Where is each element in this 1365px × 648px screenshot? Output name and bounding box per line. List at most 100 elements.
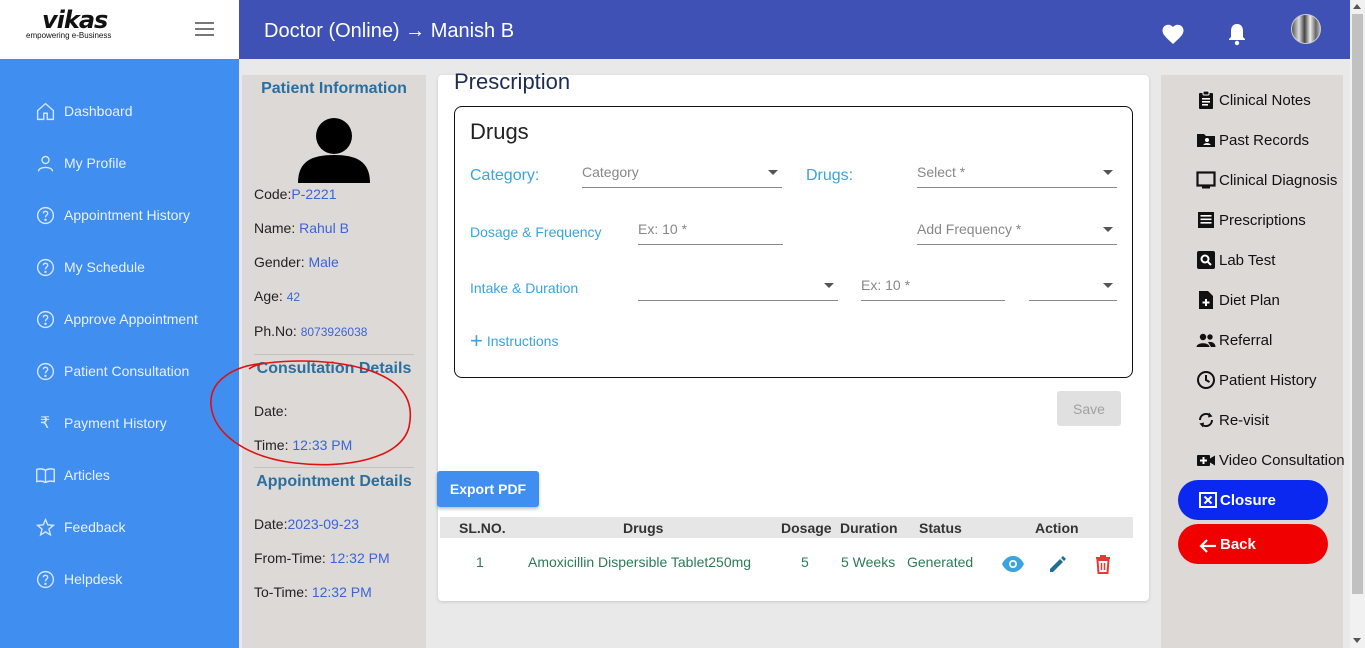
category-select[interactable]: Category [582, 164, 782, 188]
sidebar-item-label: Patient Consultation [64, 363, 190, 379]
sidebar-item-label: Articles [64, 467, 110, 483]
appointment-to-time: To-Time: 12:32 PM [254, 584, 372, 600]
menu-re-visit[interactable]: Re-visit [1196, 409, 1269, 431]
file-plus-icon [1196, 290, 1216, 310]
column-header: Status [919, 520, 962, 536]
appointment-details-heading: Appointment Details [256, 473, 412, 490]
appointment-date: Date:2023-09-23 [254, 516, 360, 532]
patient-information-heading: Patient Information [261, 80, 407, 97]
sidebar: vikas empowering e-Business Dashboard My… [0, 0, 239, 648]
drugs-form-title: Drugs [470, 119, 529, 144]
plus-icon: + [470, 328, 483, 353]
export-pdf-button[interactable]: Export PDF [437, 471, 539, 507]
hamburger-menu-icon[interactable] [195, 22, 214, 37]
heart-icon[interactable] [1161, 23, 1185, 50]
row-drug: Amoxicillin Dispersible Tablet250mg [528, 554, 752, 570]
patient-age: Age: 42 [254, 288, 301, 304]
patient-avatar-icon [298, 117, 370, 188]
home-icon [34, 100, 56, 122]
menu-diet-plan[interactable]: Diet Plan [1196, 289, 1280, 311]
sidebar-item-dashboard[interactable]: Dashboard [34, 100, 133, 122]
menu-past-records[interactable]: Past Records [1196, 129, 1309, 151]
clock-icon [1196, 370, 1216, 390]
row-duration: 5 Weeks [841, 554, 896, 570]
top-header: Doctor (Online) → Manish B [239, 0, 1350, 59]
sidebar-item-label: Payment History [64, 415, 167, 431]
menu-lab-test[interactable]: Lab Test [1196, 249, 1275, 271]
page-scrollbar[interactable] [1350, 0, 1365, 648]
patient-name: Name: Rahul B [254, 220, 349, 236]
sidebar-item-appointment-history[interactable]: Appointment History [34, 204, 190, 226]
column-header: SL.NO. [459, 520, 506, 536]
folder-person-icon [1196, 130, 1216, 150]
logo-area: vikas empowering e-Business [0, 0, 239, 59]
patient-code: Code:P-2221 [254, 186, 337, 202]
sidebar-item-label: Approve Appointment [64, 311, 198, 327]
sidebar-item-patient-consultation[interactable]: Patient Consultation [34, 360, 189, 382]
people-icon [1196, 330, 1216, 350]
add-instructions-button[interactable]: + Instructions [470, 328, 558, 353]
avatar[interactable] [1291, 14, 1321, 44]
help-circle-icon [34, 568, 56, 590]
save-button[interactable]: Save [1057, 391, 1121, 426]
intake-duration-label: Intake & Duration [470, 280, 579, 296]
close-box-icon [1198, 490, 1218, 510]
drugs-label: Drugs: [806, 167, 854, 184]
chevron-down-icon [1103, 170, 1113, 175]
logo: vikas [42, 6, 108, 34]
bell-icon[interactable] [1226, 22, 1248, 51]
help-circle-icon [34, 256, 56, 278]
help-circle-icon [34, 204, 56, 226]
back-button[interactable]: Back [1178, 524, 1328, 564]
row-dosage: 5 [801, 554, 809, 570]
prescription-title: Prescription [454, 69, 571, 94]
sidebar-item-my-profile[interactable]: My Profile [34, 152, 126, 174]
clipboard-icon [1196, 90, 1216, 110]
view-icon[interactable] [1001, 555, 1025, 578]
sidebar-item-label: Dashboard [64, 103, 133, 119]
scroll-down-icon[interactable] [1353, 638, 1361, 643]
duration-unit-select[interactable] [1029, 277, 1117, 301]
drugs-select[interactable]: Select * [917, 164, 1117, 188]
search-box-icon [1196, 250, 1216, 270]
closure-button[interactable]: Closure [1178, 480, 1328, 520]
rupee-icon: ₹ [39, 415, 51, 432]
patient-phone: Ph.No: 8073926038 [254, 323, 368, 339]
scrollbar-thumb[interactable] [1352, 14, 1363, 594]
column-header: Drugs [623, 520, 664, 536]
patient-gender: Gender: Male [254, 254, 339, 270]
frequency-select[interactable]: Add Frequency * [917, 221, 1117, 245]
sidebar-item-my-schedule[interactable]: My Schedule [34, 256, 145, 278]
star-icon [34, 516, 56, 538]
delete-icon[interactable] [1094, 554, 1112, 579]
edit-icon[interactable] [1048, 554, 1068, 579]
chevron-down-icon [768, 170, 778, 175]
monitor-icon [1196, 170, 1216, 190]
sidebar-item-label: My Schedule [64, 259, 145, 275]
chevron-down-icon [824, 283, 834, 288]
menu-clinical-notes[interactable]: Clinical Notes [1196, 89, 1311, 111]
sidebar-item-approve-appointment[interactable]: Approve Appointment [34, 308, 198, 330]
menu-clinical-diagnosis[interactable]: Clinical Diagnosis [1196, 169, 1337, 191]
row-status: Generated [907, 554, 974, 570]
dosage-input[interactable]: Ex: 10 * [638, 221, 783, 245]
menu-video-consultation[interactable]: Video Consultation [1196, 449, 1345, 471]
sidebar-item-payment-history[interactable]: ₹ Payment History [34, 412, 167, 434]
row-sl-no: 1 [476, 554, 484, 570]
sidebar-item-helpdesk[interactable]: Helpdesk [34, 568, 122, 590]
sidebar-item-articles[interactable]: Articles [34, 464, 110, 486]
logo-tagline: empowering e-Business [26, 31, 112, 40]
column-header: Duration [840, 520, 898, 536]
scroll-up-icon[interactable] [1353, 4, 1361, 9]
menu-patient-history[interactable]: Patient History [1196, 369, 1317, 391]
intake-select[interactable] [638, 277, 838, 301]
duration-input[interactable]: Ex: 10 * [861, 277, 1005, 301]
annotation-circle [210, 360, 411, 466]
sidebar-item-label: Feedback [64, 519, 126, 535]
chevron-down-icon [1103, 227, 1113, 232]
book-icon [34, 464, 56, 486]
help-circle-icon [34, 360, 56, 382]
menu-prescriptions[interactable]: Prescriptions [1196, 209, 1306, 231]
menu-referral[interactable]: Referral [1196, 329, 1272, 351]
sidebar-item-feedback[interactable]: Feedback [34, 516, 125, 538]
